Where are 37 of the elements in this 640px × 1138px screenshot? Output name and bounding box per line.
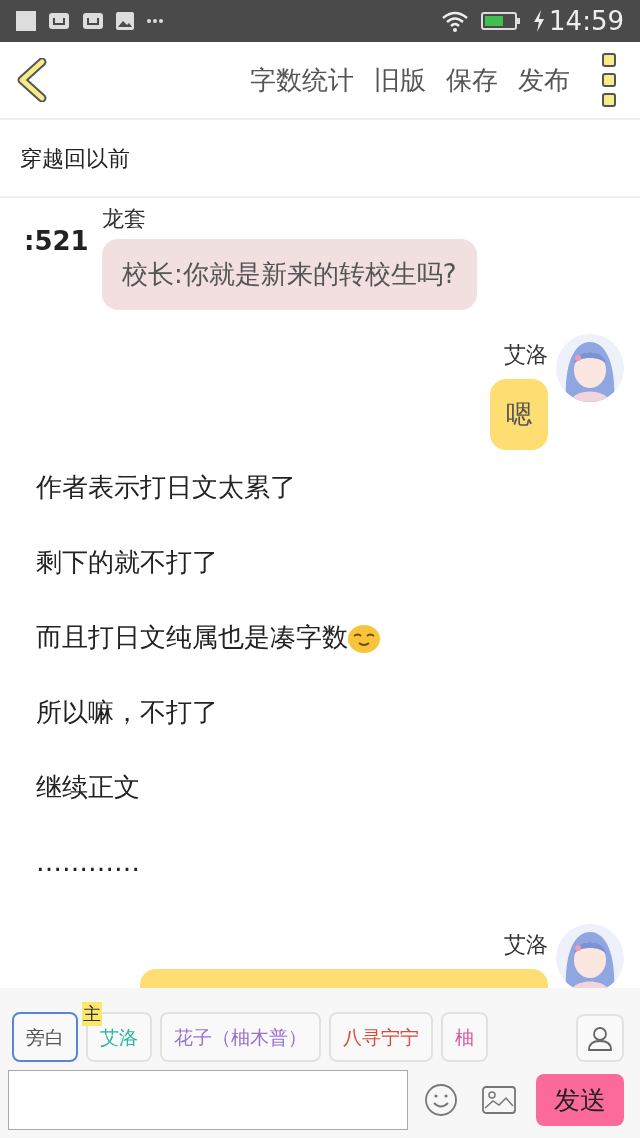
- narration-text: 所以嘛，不打了: [36, 696, 218, 729]
- speaker-name: 龙套: [102, 205, 147, 233]
- main-badge: 主: [82, 1002, 102, 1026]
- chapter-title: 穿越回以前: [20, 144, 130, 173]
- send-button[interactable]: 发送: [536, 1074, 624, 1126]
- speaker-name: 艾洛: [504, 931, 548, 959]
- narration-text: …………: [36, 846, 140, 879]
- character-tab[interactable]: 旁白: [12, 1012, 78, 1062]
- image-icon[interactable]: [482, 1086, 516, 1114]
- word-count: :521: [24, 225, 90, 258]
- speaker-name: 艾洛: [504, 341, 548, 369]
- narration-text: 继续正文: [36, 771, 140, 804]
- toolbar-action[interactable]: 字数统计: [250, 60, 354, 100]
- notification-icon: [16, 11, 36, 31]
- battery-icon: [481, 11, 522, 31]
- character-tab[interactable]: 八寻宁宁: [329, 1012, 433, 1062]
- person-icon: [587, 1025, 613, 1051]
- more-menu-button[interactable]: [602, 53, 616, 107]
- narration-text: 而且打日文纯属也是凑字数: [36, 621, 348, 654]
- message-input[interactable]: [8, 1070, 408, 1130]
- narration-text: 作者表示打日文太累了: [36, 471, 296, 504]
- more-dots-icon: [146, 18, 164, 24]
- image-icon: [116, 12, 134, 30]
- app-icon: [48, 12, 70, 30]
- person-button[interactable]: [576, 1014, 624, 1062]
- message-bubble: 嗯: [490, 379, 548, 450]
- charging-icon: [533, 10, 546, 32]
- toolbar-action[interactable]: 发布: [518, 60, 570, 100]
- character-tab[interactable]: 花子（柚木普）: [160, 1012, 321, 1062]
- message-bubble: 校长:你就是新来的转校生吗?: [102, 239, 477, 310]
- wifi-icon: [441, 10, 470, 32]
- toolbar-action[interactable]: 旧版: [374, 60, 426, 100]
- narration-text: 剩下的就不打了: [36, 546, 218, 579]
- smiley-icon[interactable]: [424, 1083, 458, 1117]
- toolbar-action[interactable]: 保存: [446, 60, 498, 100]
- app-icon: [82, 12, 104, 30]
- clock-time: 14:59: [549, 4, 624, 38]
